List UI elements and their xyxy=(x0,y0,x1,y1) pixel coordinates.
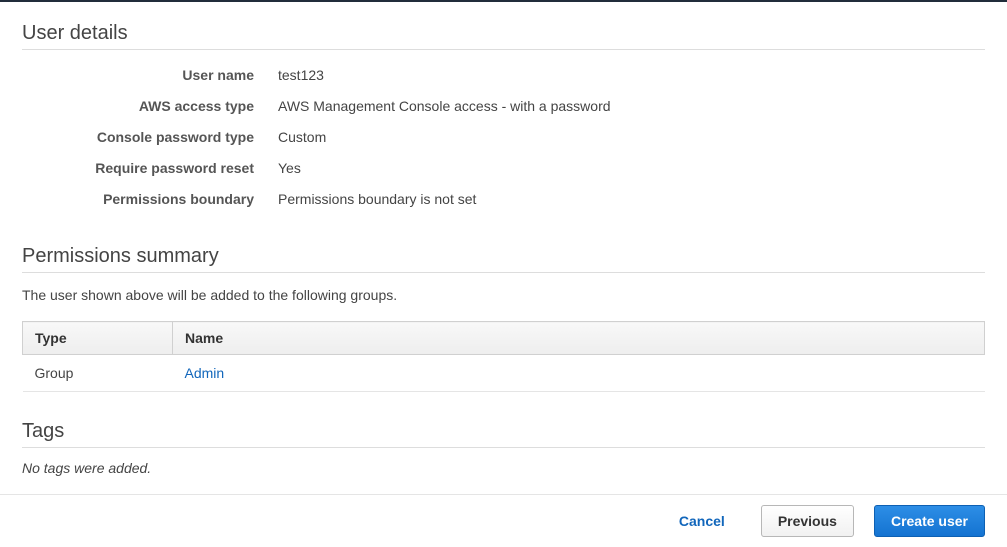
access-type-label: AWS access type xyxy=(22,91,278,122)
create-user-button[interactable]: Create user xyxy=(874,505,985,537)
user-name-value: test123 xyxy=(278,60,324,91)
tags-heading: Tags xyxy=(22,420,985,448)
user-details-list: User name test123 AWS access type AWS Ma… xyxy=(22,60,985,215)
user-name-label: User name xyxy=(22,60,278,91)
access-type-value: AWS Management Console access - with a p… xyxy=(278,91,611,122)
cancel-button[interactable]: Cancel xyxy=(663,505,741,537)
table-row: Group Admin xyxy=(23,355,985,392)
wizard-footer: Cancel Previous Create user xyxy=(0,494,1007,547)
permissions-row-name-link[interactable]: Admin xyxy=(185,365,225,381)
user-details-heading: User details xyxy=(22,22,985,50)
console-password-type-value: Custom xyxy=(278,122,326,153)
permissions-summary-heading: Permissions summary xyxy=(22,245,985,273)
require-password-reset-value: Yes xyxy=(278,153,301,184)
permissions-col-name: Name xyxy=(173,322,985,355)
require-password-reset-label: Require password reset xyxy=(22,153,278,184)
permissions-summary-description: The user shown above will be added to th… xyxy=(22,287,985,303)
previous-button[interactable]: Previous xyxy=(761,505,854,537)
console-password-type-label: Console password type xyxy=(22,122,278,153)
permissions-boundary-value: Permissions boundary is not set xyxy=(278,184,476,215)
permissions-row-type: Group xyxy=(23,355,173,392)
permissions-col-type: Type xyxy=(23,322,173,355)
permissions-table: Type Name Group Admin xyxy=(22,321,985,392)
tags-empty-message: No tags were added. xyxy=(22,460,985,476)
permissions-boundary-label: Permissions boundary xyxy=(22,184,278,215)
